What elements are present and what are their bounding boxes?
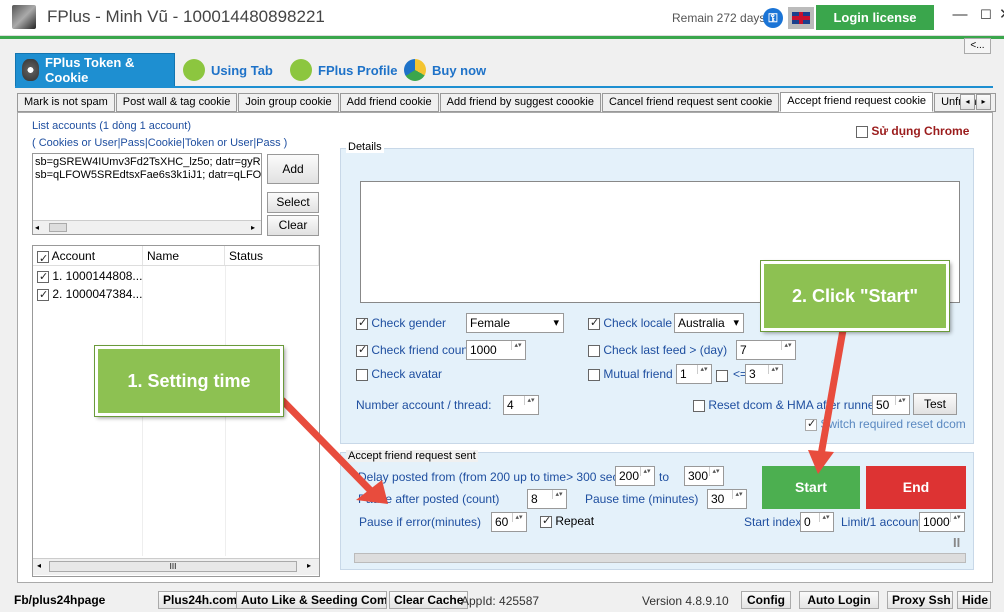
clear-cache-button[interactable]: Clear Cache xyxy=(389,591,469,609)
hide-button[interactable]: Hide xyxy=(957,591,991,609)
appid-label: AppId: 425587 xyxy=(461,594,540,608)
fb-page-link[interactable]: Fb/plus24hpage xyxy=(14,593,105,607)
callout-click-start: 2. Click "Start" xyxy=(761,261,949,331)
config-button[interactable]: Config xyxy=(741,591,791,609)
arrow-start xyxy=(817,329,847,456)
auto-login-button[interactable]: Auto Login xyxy=(799,591,879,609)
callout-setting-time: 1. Setting time xyxy=(95,346,283,416)
plus24h-button[interactable]: Plus24h.com xyxy=(158,591,243,609)
arrow-start-head xyxy=(808,450,834,474)
version-label: Version 4.8.9.10 xyxy=(642,594,729,608)
auto-like-button[interactable]: Auto Like & Seeding Com... xyxy=(236,591,387,609)
arrow-setting xyxy=(279,397,373,493)
proxy-ssh-button[interactable]: Proxy Ssh xyxy=(887,591,953,609)
